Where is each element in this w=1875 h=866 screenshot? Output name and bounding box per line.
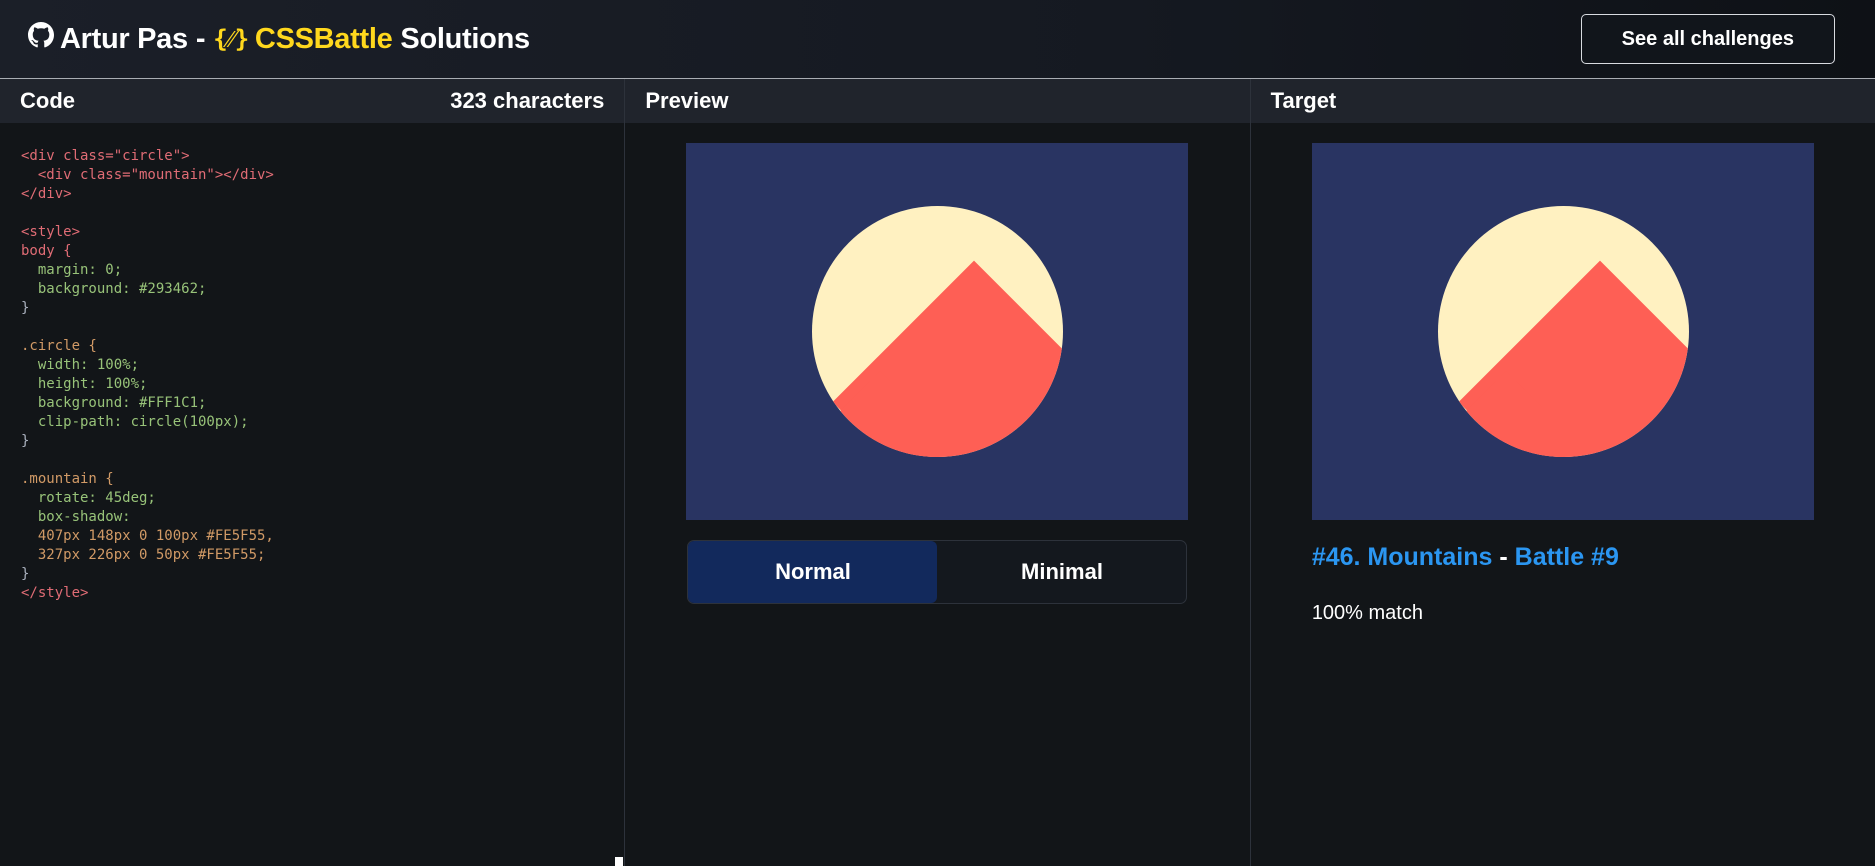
- see-all-challenges-button[interactable]: See all challenges: [1580, 14, 1835, 64]
- code-line: .mountain {: [21, 471, 114, 487]
- target-panel: Target #46. Mountains - Battle #9 100% m…: [1250, 79, 1875, 866]
- main-columns: Code 323 characters <div class="circle">…: [0, 79, 1875, 866]
- target-image: [1311, 143, 1814, 520]
- code-line: </style>: [21, 585, 89, 601]
- code-line: clip-path: circle(100px);: [21, 414, 249, 430]
- preview-canvas[interactable]: [686, 143, 1189, 520]
- code-line: margin: 0;: [21, 262, 123, 278]
- code-line: <div class="circle">: [21, 148, 190, 164]
- code-line: rotate: 45deg;: [21, 490, 156, 506]
- code-line: box-shadow:: [21, 509, 131, 525]
- code-panel-header: Code 323 characters: [0, 79, 625, 123]
- code-line: background: #FFF1C1;: [21, 395, 207, 411]
- code-line: </div>: [21, 186, 72, 202]
- github-icon[interactable]: [28, 22, 60, 56]
- target-panel-title: Target: [1270, 88, 1337, 113]
- code-line: <div class="mountain"></div>: [21, 167, 274, 183]
- challenge-title: #46. Mountains - Battle #9: [1312, 543, 1814, 572]
- sun-circle: [812, 206, 1064, 457]
- character-count: 323 characters: [450, 88, 605, 113]
- title-separator: -: [1499, 543, 1508, 571]
- code-line: }: [21, 300, 30, 316]
- battle-link[interactable]: Battle #9: [1515, 543, 1619, 571]
- target-info: #46. Mountains - Battle #9 100% match: [1312, 543, 1814, 625]
- author-name: Artur Pas: [60, 22, 188, 55]
- code-line: width: 100%;: [21, 357, 140, 373]
- code-panel: Code 323 characters <div class="circle">…: [0, 79, 626, 866]
- code-line: .circle {: [21, 338, 97, 354]
- code-line: 407px 148px 0 100px #FE5F55,: [21, 528, 274, 544]
- view-mode-toggle: Normal Minimal: [687, 540, 1188, 604]
- code-line: height: 100%;: [21, 376, 148, 392]
- preview-panel-header: Preview: [625, 79, 1250, 123]
- code-line: 327px 226px 0 50px #FE5F55;: [21, 547, 266, 563]
- code-line: body {: [21, 243, 72, 259]
- code-line: }: [21, 566, 30, 582]
- cssbattle-logo-icon: {⁄⁄}: [213, 24, 249, 53]
- code-line: <style>: [21, 224, 81, 240]
- challenge-link[interactable]: #46. Mountains: [1312, 543, 1493, 571]
- normal-mode-button[interactable]: Normal: [688, 541, 938, 603]
- match-percentage: 100% match: [1311, 602, 1423, 624]
- resize-handle[interactable]: [615, 857, 624, 866]
- target-panel-header: Target: [1250, 79, 1875, 123]
- code-line: background: #293462;: [21, 281, 207, 297]
- site-brand[interactable]: Artur Pas - {⁄⁄} CSSBattle Solutions: [28, 22, 530, 56]
- site-name: CSSBattle: [254, 22, 393, 55]
- header: Artur Pas - {⁄⁄} CSSBattle Solutions See…: [0, 0, 1875, 79]
- brand-suffix: Solutions: [400, 22, 530, 55]
- sun-circle: [1437, 206, 1689, 457]
- minimal-mode-button[interactable]: Minimal: [937, 541, 1186, 603]
- code-line: }: [21, 433, 30, 449]
- code-panel-title: Code: [20, 88, 75, 113]
- brand-separator: -: [195, 22, 206, 55]
- preview-panel-title: Preview: [645, 88, 729, 113]
- code-editor[interactable]: <div class="circle"> <div class="mountai…: [0, 123, 624, 627]
- preview-panel: Preview Normal Minimal: [625, 79, 1251, 866]
